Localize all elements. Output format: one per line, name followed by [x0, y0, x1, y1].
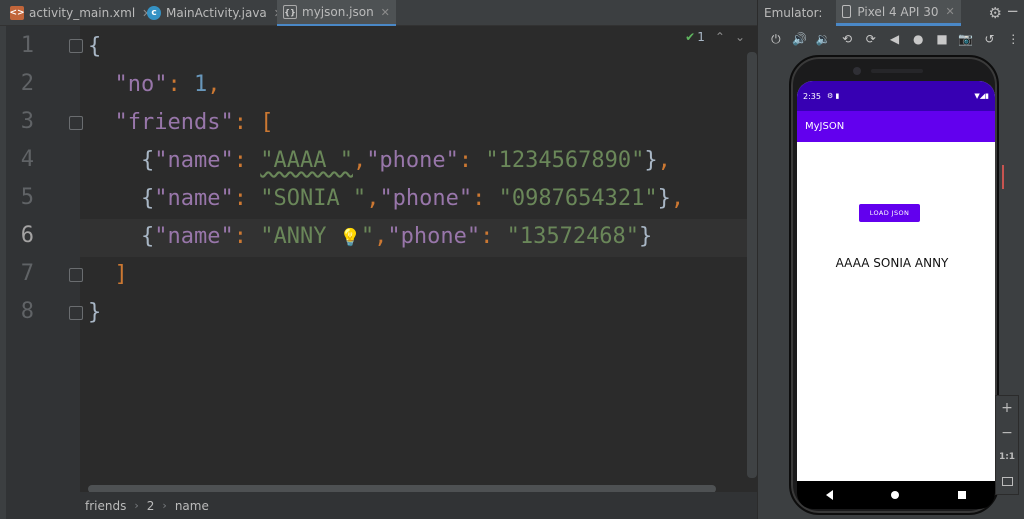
status-signal-battery-icon: ▼◢▮ — [974, 92, 989, 100]
code-editor[interactable]: 1 2 3 4 5 6 7 8 { "no": 1, "friends": [ … — [6, 26, 757, 492]
code-line-7: ] — [114, 262, 128, 287]
minimize-icon[interactable]: − — [1006, 2, 1019, 20]
rotate-left-icon[interactable]: ⟲ — [835, 32, 859, 46]
line-number: 4 — [20, 147, 34, 172]
code-line-1: { — [88, 34, 102, 59]
breadcrumb-item[interactable]: friends — [85, 499, 126, 513]
zoom-in-button[interactable]: + — [1001, 396, 1013, 421]
code-line-4: {"name": "AAAA ","phone": "1234567890"}, — [140, 148, 671, 173]
close-icon[interactable]: ✕ — [945, 5, 954, 18]
result-text: AAAA SONIA ANNY — [835, 256, 949, 270]
breadcrumb: friends › 2 › name — [6, 492, 757, 519]
line-number: 8 — [20, 299, 34, 324]
home-icon[interactable]: ● — [906, 32, 930, 46]
nav-back-icon[interactable] — [826, 490, 834, 500]
tab-device[interactable]: Pixel 4 API 30 ✕ — [836, 0, 961, 26]
line-number: 5 — [20, 185, 34, 210]
json-file-icon: {} — [283, 5, 297, 19]
app-bar: MyJSON — [797, 111, 995, 142]
device-screen[interactable]: 2:35 ⚙ ▮ ▼◢▮ MyJSON LOAD JSON AAAA SONIA… — [797, 81, 995, 481]
fit-screen-icon — [1001, 477, 1013, 487]
code-line-2: "no": 1, — [114, 72, 221, 97]
phone-frame: 2:35 ⚙ ▮ ▼◢▮ MyJSON LOAD JSON AAAA SONIA… — [789, 55, 999, 515]
breadcrumb-item[interactable]: name — [175, 499, 209, 513]
fold-marker-icon[interactable] — [69, 306, 83, 320]
line-number: 7 — [20, 261, 34, 286]
code-line-8: } — [88, 300, 102, 325]
tab-label: myjson.json — [302, 5, 374, 19]
emulator-panel: Emulator: Pixel 4 API 30 ✕ ⚙ − ⏻ 🔊 🔉 ⟲ ⟳… — [757, 0, 1024, 519]
app-title: MyJSON — [805, 121, 845, 132]
camera-icon[interactable]: 📷 — [954, 32, 978, 46]
overview-icon[interactable]: ■ — [930, 32, 954, 46]
xml-file-icon: <> — [9, 6, 25, 20]
line-number: 1 — [20, 33, 34, 58]
breadcrumb-item[interactable]: 2 — [147, 499, 155, 513]
undo-icon[interactable]: ↺ — [978, 32, 1002, 46]
inspection-count: 1 — [697, 30, 705, 44]
editor-tab-bar: <> activity_main.xml ✕ c MainActivity.ja… — [0, 0, 757, 27]
fold-marker-icon[interactable] — [69, 116, 83, 130]
chevron-up-icon[interactable]: ⌃ — [715, 30, 725, 44]
phone-icon — [842, 5, 852, 18]
code-line-5: {"name": "SONIA ","phone": "0987654321"}… — [140, 186, 685, 211]
tab-main-activity-java[interactable]: c MainActivity.java ✕ — [147, 0, 283, 26]
gear-icon[interactable]: ⚙ — [989, 4, 1002, 22]
error-marker — [1002, 165, 1004, 189]
status-time: 2:35 — [803, 91, 821, 101]
fold-marker-icon[interactable] — [69, 39, 83, 53]
line-number-current: 6 — [20, 223, 34, 248]
tab-label: activity_main.xml — [29, 6, 136, 20]
load-json-button[interactable]: LOAD JSON — [859, 204, 920, 222]
zoom-controls: + − 1:1 — [995, 395, 1019, 495]
zoom-actual-size-button[interactable]: 1:1 — [999, 445, 1015, 470]
code-line-6: {"name": "ANNY 💡","phone": "13572468"} — [140, 224, 653, 249]
nav-recents-icon[interactable] — [957, 491, 966, 499]
tab-activity-main-xml[interactable]: <> activity_main.xml ✕ — [9, 0, 151, 26]
line-number: 3 — [20, 109, 34, 134]
vertical-scrollbar[interactable] — [747, 52, 757, 478]
chevron-right-icon: › — [134, 499, 139, 512]
zoom-out-button[interactable]: − — [1001, 421, 1013, 446]
tab-myjson-json[interactable]: {} myjson.json ✕ — [277, 0, 396, 27]
more-icon[interactable]: ⋮ — [1001, 32, 1024, 46]
power-icon[interactable]: ⏻ — [764, 32, 788, 47]
emulator-header: Emulator: Pixel 4 API 30 ✕ — [758, 0, 1024, 26]
back-icon[interactable]: ◀ — [883, 32, 907, 46]
status-bar: 2:35 ⚙ ▮ ▼◢▮ — [797, 81, 995, 111]
camera-dot — [853, 67, 861, 75]
close-icon[interactable]: ✕ — [381, 6, 390, 19]
status-settings-icon: ⚙ ▮ — [826, 92, 840, 100]
device-name: Pixel 4 API 30 — [857, 4, 939, 19]
nav-home-icon[interactable] — [891, 491, 900, 499]
rotate-right-icon[interactable]: ⟳ — [859, 32, 883, 46]
chevron-down-icon[interactable]: ⌄ — [735, 30, 745, 44]
volume-up-icon[interactable]: 🔊 — [788, 32, 812, 46]
java-class-icon: c — [147, 6, 161, 20]
inspection-widget[interactable]: ✔ 1 ⌃ ⌄ — [685, 30, 745, 44]
zoom-fit-button[interactable] — [1001, 470, 1013, 495]
chevron-right-icon: › — [162, 499, 167, 512]
tab-label: MainActivity.java — [166, 6, 267, 20]
lightbulb-icon[interactable]: 💡 — [340, 228, 361, 248]
emulator-label: Emulator: — [764, 6, 823, 20]
line-number: 2 — [20, 71, 34, 96]
fold-marker-icon[interactable] — [69, 268, 83, 282]
emulator-toolbar: ⏻ 🔊 🔉 ⟲ ⟳ ◀ ● ■ 📷 ↺ ⋮ — [758, 28, 1024, 50]
line-gutter: 1 2 3 4 5 6 7 8 — [6, 26, 83, 492]
horizontal-scrollbar[interactable] — [88, 485, 716, 492]
code-line-3: "friends": [ — [114, 110, 274, 135]
nav-bar — [797, 481, 995, 509]
check-icon: ✔ — [685, 30, 696, 44]
volume-down-icon[interactable]: 🔉 — [811, 32, 835, 46]
speaker-grille — [871, 69, 923, 73]
